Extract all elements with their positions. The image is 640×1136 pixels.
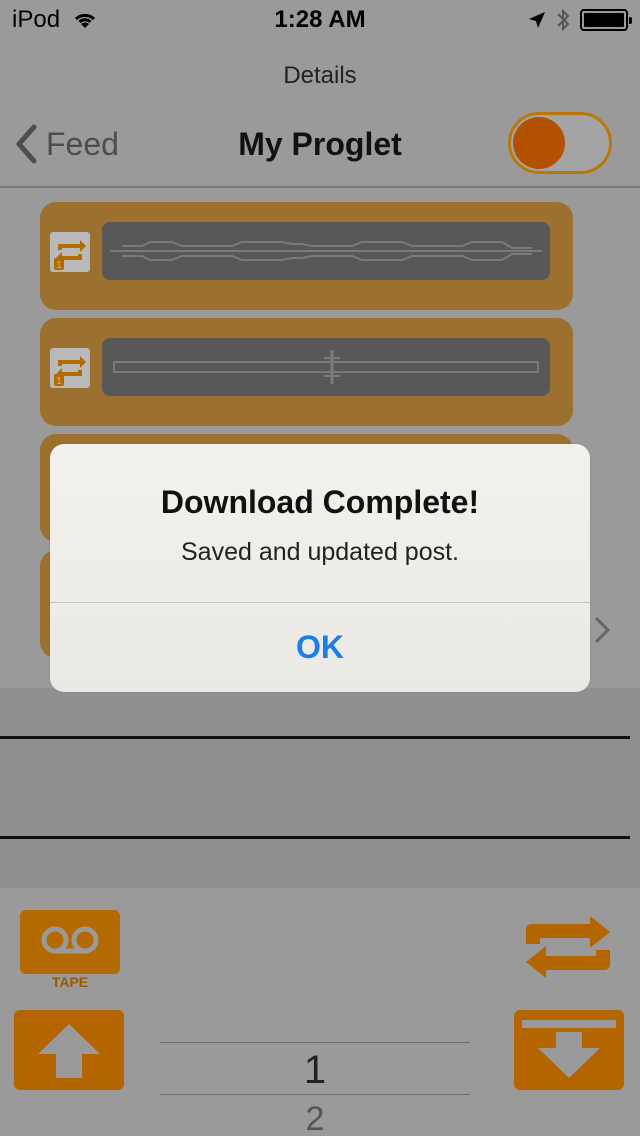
toggle-switch[interactable]: [508, 112, 612, 174]
download-complete-alert: Download Complete! Saved and updated pos…: [50, 444, 590, 692]
arrow-down-icon: [522, 1020, 616, 1078]
toggle-knob: [513, 117, 565, 169]
svg-text:1: 1: [56, 260, 62, 271]
picker-selected-value[interactable]: 1: [160, 1048, 470, 1093]
staff-area: [0, 688, 640, 888]
waveform[interactable]: [102, 338, 550, 396]
bottom-toolbar: TAPE 1 2: [0, 888, 640, 1136]
loop-once-icon[interactable]: 1: [50, 232, 90, 272]
loop-once-icon[interactable]: 1: [50, 348, 90, 388]
tape-icon: [41, 926, 99, 954]
picker-divider: [160, 1042, 470, 1043]
download-button[interactable]: [514, 1010, 624, 1090]
picker-next-value[interactable]: 2: [160, 1100, 470, 1136]
picker-divider: [160, 1094, 470, 1095]
waveform[interactable]: [102, 222, 550, 280]
location-arrow-icon: [529, 12, 545, 28]
alert-title: Download Complete!: [160, 484, 480, 520]
loop-icon[interactable]: [520, 916, 616, 978]
staff-line: [0, 836, 630, 839]
proglet-card[interactable]: 1: [40, 202, 573, 310]
staff-line: [0, 736, 630, 739]
chevron-right-icon[interactable]: [594, 616, 612, 644]
arrow-up-icon: [38, 1024, 100, 1078]
battery-icon: [580, 9, 632, 31]
status-bar: iPod 1:28 AM: [0, 0, 640, 40]
ok-button[interactable]: OK: [50, 603, 590, 692]
alert-message: Saved and updated post.: [180, 538, 459, 566]
tape-button[interactable]: [20, 910, 120, 974]
number-picker[interactable]: 1 2: [160, 1042, 470, 1136]
proglet-card[interactable]: 1: [40, 318, 573, 426]
bluetooth-icon: [557, 8, 570, 32]
tape-label: TAPE: [51, 974, 89, 990]
nav-header: Details Feed My Proglet: [0, 40, 640, 188]
svg-text:1: 1: [56, 376, 62, 387]
section-label: Details: [283, 62, 357, 89]
upload-button[interactable]: [14, 1010, 124, 1090]
status-right: [528, 8, 632, 32]
